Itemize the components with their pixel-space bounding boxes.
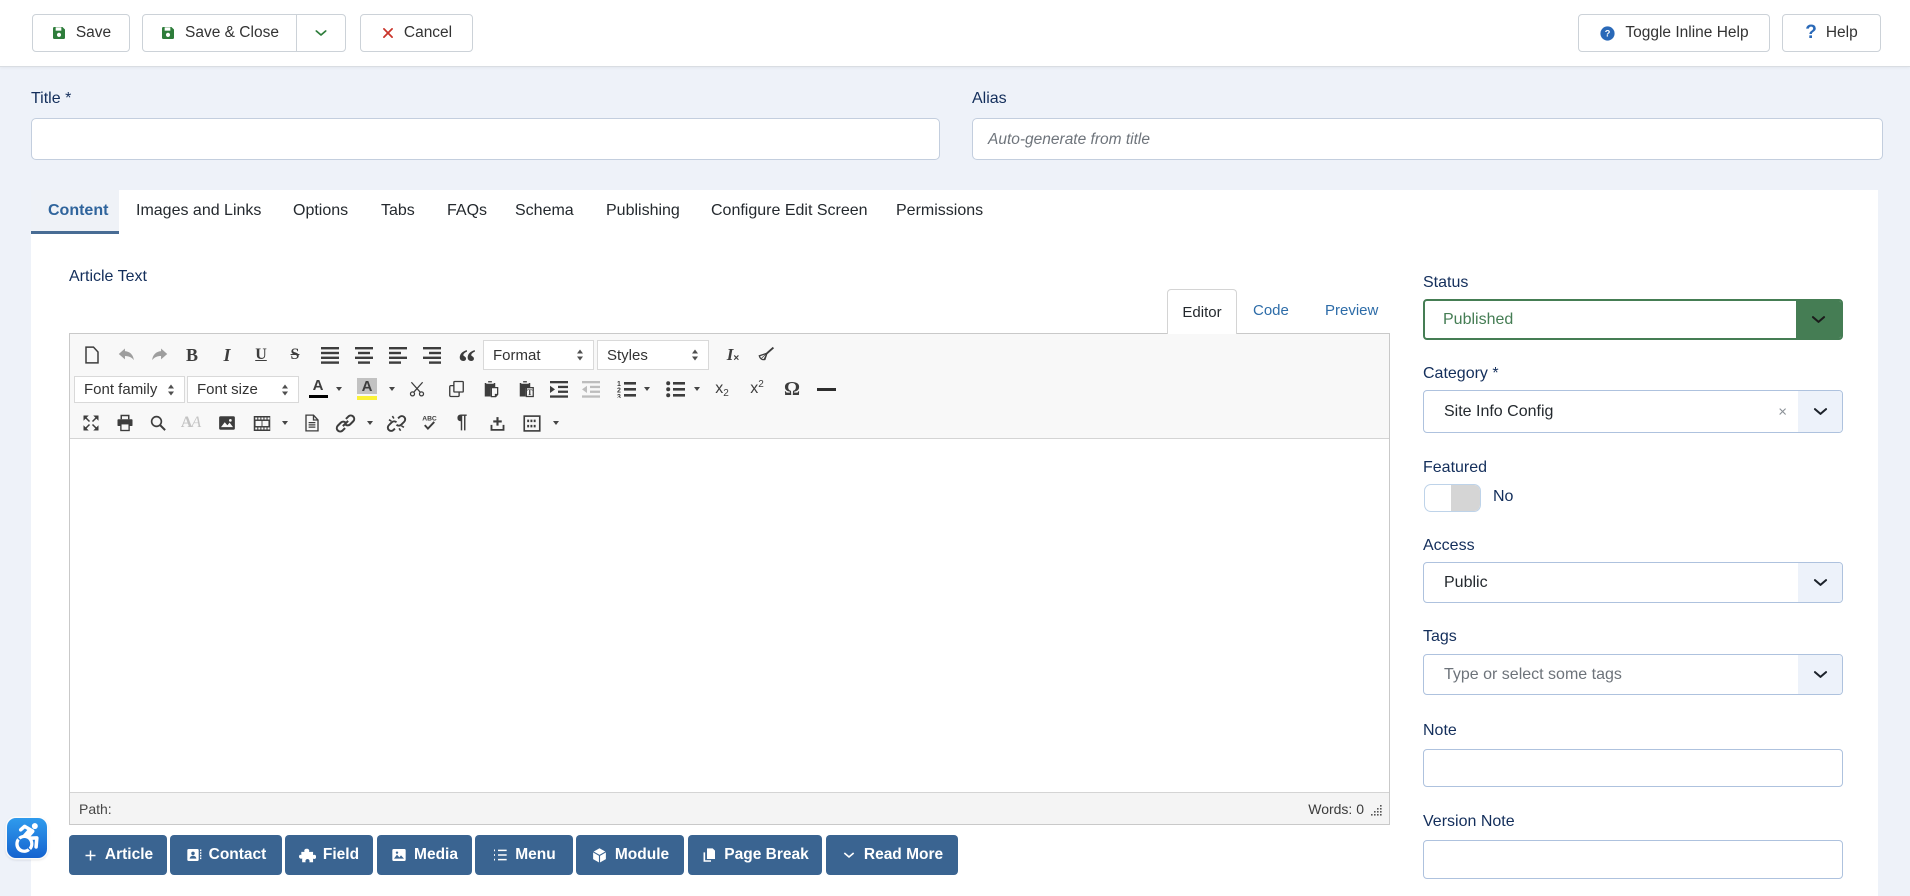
svg-text:3: 3 <box>617 394 621 398</box>
svg-text:ABC: ABC <box>422 415 437 422</box>
svg-text:?: ? <box>1605 28 1611 38</box>
svg-text:T: T <box>527 388 533 397</box>
